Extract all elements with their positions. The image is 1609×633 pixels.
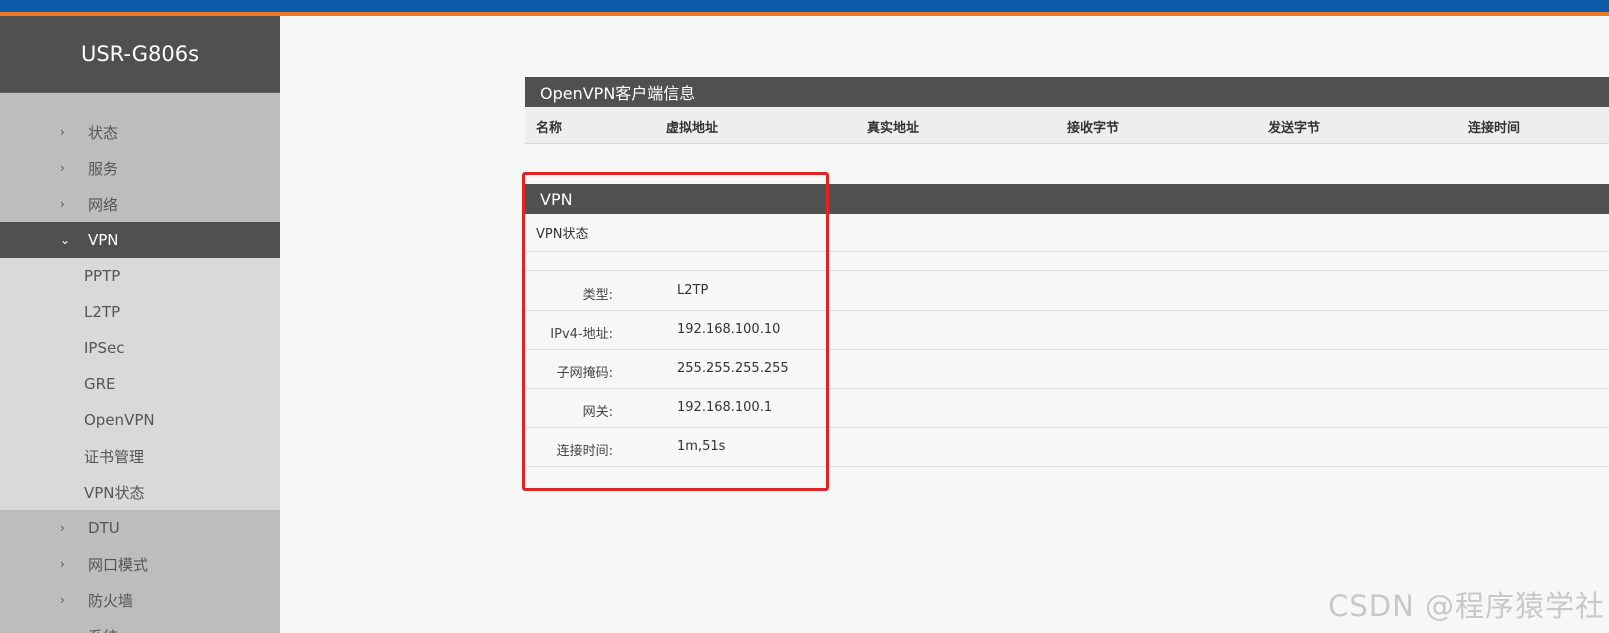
sidebar-item-label: 状态 (88, 123, 119, 142)
sidebar-item-vpn[interactable]: ⌄ VPN (0, 222, 280, 258)
sidebar-item-label: 防火墙 (88, 591, 134, 610)
sidebar-item-services[interactable]: › 服务 (0, 150, 280, 186)
sidebar-subitem-ipsec[interactable]: IPSec (0, 330, 280, 366)
field-value: 1m,51s (677, 439, 726, 454)
chevron-right-icon: › (60, 125, 65, 139)
chevron-right-icon: › (60, 593, 65, 607)
vpn-row-ipv4: IPv4-地址: 192.168.100.10 (525, 311, 1609, 350)
openvpn-panel-title: OpenVPN客户端信息 (525, 77, 1609, 107)
sidebar-subitem-openvpn[interactable]: OpenVPN (0, 402, 280, 438)
vpn-row-netmask: 子网掩码: 255.255.255.255 (525, 350, 1609, 389)
sidebar-menu: › 状态 › 服务 › 网络 ⌄ VPN PPTP L2TP IPSec GRE… (0, 93, 280, 633)
field-label: IPv4-地址: (550, 327, 613, 342)
openvpn-table-header: 名称 虚拟地址 真实地址 接收字节 发送字节 连接时间 (525, 107, 1609, 144)
column-header-virtual-address: 虚拟地址 (666, 121, 719, 136)
sidebar-item-label: 网络 (88, 195, 119, 214)
sidebar-item-port-mode[interactable]: › 网口模式 (0, 546, 280, 582)
chevron-right-icon: › (60, 197, 65, 211)
top-bar (0, 0, 1609, 12)
vpn-row-gateway: 网关: 192.168.100.1 (525, 389, 1609, 428)
chevron-right-icon: › (60, 629, 74, 633)
column-header-real-address: 真实地址 (867, 121, 920, 136)
column-header-name: 名称 (536, 121, 563, 136)
divider (525, 252, 1609, 271)
chevron-right-icon: › (60, 521, 65, 535)
field-label: 类型: (582, 288, 613, 303)
sidebar-item-dtu[interactable]: › DTU (0, 510, 280, 546)
vpn-status-section: VPN状态 类型: L2TP IPv4-地址: 192.168.100.10 子… (525, 214, 1609, 484)
sidebar-subitem-vpn-status[interactable]: VPN状态 (0, 474, 280, 510)
chevron-right-icon: › (60, 557, 65, 571)
sidebar-item-label: 网口模式 (88, 555, 149, 574)
sidebar: USR-G806s › 状态 › 服务 › 网络 ⌄ VPN PPTP L2TP… (0, 16, 280, 633)
sidebar-item-label: DTU (88, 519, 120, 537)
field-label: 网关: (582, 405, 613, 420)
sidebar-subitem-pptp[interactable]: PPTP (0, 258, 280, 294)
sidebar-item-label: 服务 (88, 159, 119, 178)
chevron-right-icon: › (60, 161, 65, 175)
vpn-panel-title: VPN (525, 184, 1609, 214)
field-value: 192.168.100.10 (677, 322, 781, 337)
sidebar-item-label: 系统 (88, 626, 118, 633)
vpn-row-connected-time: 连接时间: 1m,51s (525, 428, 1609, 467)
column-header-connected-time: 连接时间 (1468, 121, 1521, 136)
main-content: OpenVPN客户端信息 名称 虚拟地址 真实地址 接收字节 发送字节 连接时间… (280, 16, 1609, 633)
sidebar-subitem-gre[interactable]: GRE (0, 366, 280, 402)
vpn-status-label: VPN状态 (525, 214, 1609, 252)
field-value: L2TP (677, 283, 709, 298)
field-value: 192.168.100.1 (677, 400, 773, 415)
watermark: CSDN @程序猿学社 (1328, 589, 1605, 623)
sidebar-item-system[interactable]: › 系统 (0, 618, 280, 633)
brand-title: USR-G806s (0, 16, 280, 93)
sidebar-item-status[interactable]: › 状态 (0, 114, 280, 150)
sidebar-subitem-l2tp[interactable]: L2TP (0, 294, 280, 330)
field-label: 子网掩码: (556, 366, 613, 381)
sidebar-item-label: VPN (88, 231, 119, 249)
vpn-row-type: 类型: L2TP (525, 272, 1609, 311)
column-header-bytes-received: 接收字节 (1067, 121, 1120, 136)
column-header-bytes-sent: 发送字节 (1268, 121, 1321, 136)
field-value: 255.255.255.255 (677, 361, 789, 376)
field-label: 连接时间: (556, 444, 613, 459)
vpn-submenu: PPTP L2TP IPSec GRE OpenVPN 证书管理 VPN状态 (0, 258, 280, 510)
sidebar-subitem-cert[interactable]: 证书管理 (0, 438, 280, 474)
sidebar-item-firewall[interactable]: › 防火墙 (0, 582, 280, 618)
sidebar-item-network[interactable]: › 网络 (0, 186, 280, 222)
chevron-down-icon: ⌄ (60, 233, 71, 247)
